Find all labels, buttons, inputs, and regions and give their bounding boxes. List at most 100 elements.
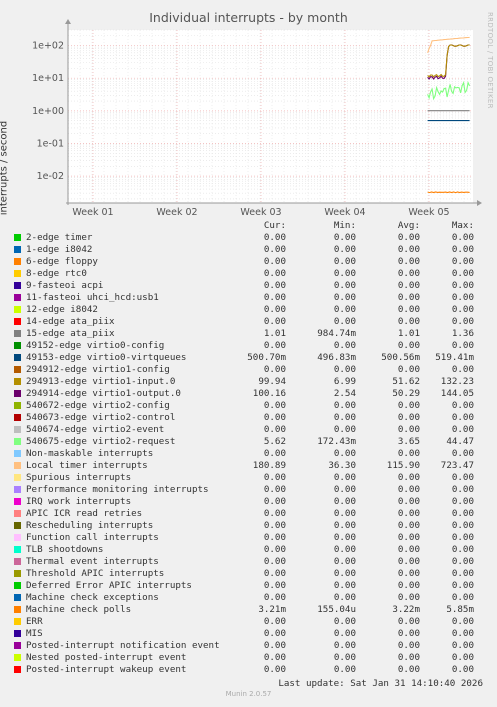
legend-series-name: 294913-edge virtio1-input.0 bbox=[26, 376, 176, 387]
legend-cur-value: 0.00 bbox=[263, 520, 286, 531]
legend-cur-value: 0.00 bbox=[263, 316, 286, 327]
legend-swatch bbox=[14, 246, 21, 253]
legend-min-value: 984.74m bbox=[317, 328, 356, 339]
legend-swatch bbox=[14, 582, 21, 589]
legend-max-value: 723.47 bbox=[440, 460, 474, 471]
x-tick-label: Week 05 bbox=[408, 207, 449, 218]
legend-min-value: 0.00 bbox=[333, 616, 356, 627]
legend-series-name: 11-fasteoi uhci_hcd:usb1 bbox=[26, 292, 159, 303]
legend-swatch bbox=[14, 534, 21, 541]
legend-min-value: 0.00 bbox=[333, 316, 356, 327]
legend-row: Threshold APIC interrupts 0.00 0.00 0.00 0.0… bbox=[0, 568, 497, 580]
plot-area: 1e-02 1e-01 1e+00 1e+01 1e+02 Week 01 Week 02 W… bbox=[32, 19, 482, 218]
legend-row: Deferred Error APIC interrupts 0.00 0.00 0.… bbox=[0, 580, 497, 592]
legend-min-value: 6.99 bbox=[333, 376, 356, 387]
legend-min-value: 0.00 bbox=[333, 508, 356, 519]
legend-min-value: 0.00 bbox=[333, 520, 356, 531]
legend-min-value: 0.00 bbox=[333, 244, 356, 255]
y-axis-arrow bbox=[65, 19, 71, 24]
legend-swatch bbox=[14, 606, 21, 613]
x-axis-arrow bbox=[477, 200, 482, 206]
x-tick-label: Week 04 bbox=[324, 207, 365, 218]
legend-series-name: Rescheduling interrupts bbox=[26, 520, 154, 531]
legend-series-name: MIS bbox=[26, 628, 43, 639]
legend-row: 15-edge ata_piix 1.01 984.74m 1.01 1.36 bbox=[0, 328, 497, 340]
legend-series-name: 540675-edge virtio2-request bbox=[26, 436, 176, 447]
legend-cur-value: 0.00 bbox=[263, 556, 286, 567]
legend-row: Thermal event interrupts 0.00 0.00 0.00 0.00 bbox=[0, 556, 497, 568]
legend-swatch bbox=[14, 450, 21, 457]
legend-cur-value: 0.00 bbox=[263, 592, 286, 603]
legend-header: Cur: Min: Avg: Max: bbox=[0, 220, 497, 232]
legend-max-value: 0.00 bbox=[451, 628, 474, 639]
legend-row: Posted-interrupt wakeup event 0.00 0.00 0.0… bbox=[0, 664, 497, 676]
legend-swatch bbox=[14, 390, 21, 397]
legend-cur-value: 0.00 bbox=[263, 412, 286, 423]
legend-row: Machine check exceptions 0.00 0.00 0.00 0.00 bbox=[0, 592, 497, 604]
legend-max-value: 144.05 bbox=[440, 388, 474, 399]
legend-swatch bbox=[14, 342, 21, 349]
legend-max-value: 0.00 bbox=[451, 592, 474, 603]
legend-row: Function call interrupts 0.00 0.00 0.00 0.00 bbox=[0, 532, 497, 544]
legend-max-value: 1.36 bbox=[451, 328, 474, 339]
legend-row: Posted-interrupt notification event 0.00 0… bbox=[0, 640, 497, 652]
legend-row: TLB shootdowns 0.00 0.00 0.00 0.00 bbox=[0, 544, 497, 556]
legend-cur-value: 5.62 bbox=[263, 436, 286, 447]
legend-row: Nested posted-interrupt event 0.00 0.00 0.0… bbox=[0, 652, 497, 664]
legend-cur-value: 500.70m bbox=[247, 352, 286, 363]
legend-swatch bbox=[14, 630, 21, 637]
header-max: Max: bbox=[451, 220, 474, 231]
last-update: Last update: Sat Jan 31 14:10:40 2026 bbox=[278, 678, 483, 689]
legend-max-value: 0.00 bbox=[451, 496, 474, 507]
legend-min-value: 0.00 bbox=[333, 664, 356, 675]
legend-max-value: 0.00 bbox=[451, 520, 474, 531]
legend-series-name: 540673-edge virtio2-control bbox=[26, 412, 176, 423]
legend-row: Performance monitoring interrupts 0.00 0.0… bbox=[0, 484, 497, 496]
legend-cur-value: 0.00 bbox=[263, 364, 286, 375]
legend-swatch bbox=[14, 546, 21, 553]
legend-max-value: 0.00 bbox=[451, 616, 474, 627]
legend-swatch bbox=[14, 570, 21, 577]
legend-swatch bbox=[14, 330, 21, 337]
legend-series-name: Spurious interrupts bbox=[26, 472, 132, 483]
legend-min-value: 0.00 bbox=[333, 484, 356, 495]
legend-swatch bbox=[14, 510, 21, 517]
legend-swatch bbox=[14, 378, 21, 385]
legend-min-value: 155.04u bbox=[317, 604, 356, 615]
legend-max-value: 0.00 bbox=[451, 304, 474, 315]
header-min: Min: bbox=[333, 220, 356, 231]
legend-swatch bbox=[14, 270, 21, 277]
legend-row: ERR 0.00 0.00 0.00 0.00 bbox=[0, 616, 497, 628]
legend-max-value: 0.00 bbox=[451, 580, 474, 591]
legend-series-name: Function call interrupts bbox=[26, 532, 159, 543]
legend-swatch bbox=[14, 258, 21, 265]
legend-min-value: 0.00 bbox=[333, 532, 356, 543]
legend-row: IRQ work interrupts 0.00 0.00 0.00 0.00 bbox=[0, 496, 497, 508]
y-tick-label: 1e-01 bbox=[37, 138, 64, 149]
legend-cur-value: 0.00 bbox=[263, 484, 286, 495]
legend-cur-value: 3.21m bbox=[258, 604, 286, 615]
legend-swatch bbox=[14, 498, 21, 505]
legend-min-value: 0.00 bbox=[333, 280, 356, 291]
legend-swatch bbox=[14, 594, 21, 601]
legend-min-value: 0.00 bbox=[333, 556, 356, 567]
legend-min-value: 0.00 bbox=[333, 232, 356, 243]
legend-series-name: 49152-edge virtio0-config bbox=[26, 340, 165, 351]
legend-min-value: 0.00 bbox=[333, 256, 356, 267]
legend-max-value: 0.00 bbox=[451, 448, 474, 459]
legend-swatch bbox=[14, 654, 21, 661]
legend-max-value: 0.00 bbox=[451, 244, 474, 255]
legend-cur-value: 0.00 bbox=[263, 664, 286, 675]
legend-max-value: 0.00 bbox=[451, 652, 474, 663]
legend-max-value: 0.00 bbox=[451, 364, 474, 375]
legend-max-value: 0.00 bbox=[451, 424, 474, 435]
legend-row: MIS 0.00 0.00 0.00 0.00 bbox=[0, 628, 497, 640]
legend-series-name: 15-edge ata_piix bbox=[26, 328, 115, 339]
legend-series-name: Machine check exceptions bbox=[26, 592, 159, 603]
y-tick-label: 1e+01 bbox=[32, 73, 64, 84]
legend-max-value: 0.00 bbox=[451, 268, 474, 279]
legend-min-value: 0.00 bbox=[333, 412, 356, 423]
legend-swatch bbox=[14, 462, 21, 469]
x-tick-label: Week 01 bbox=[72, 207, 113, 218]
legend-series-name: Machine check polls bbox=[26, 604, 132, 615]
